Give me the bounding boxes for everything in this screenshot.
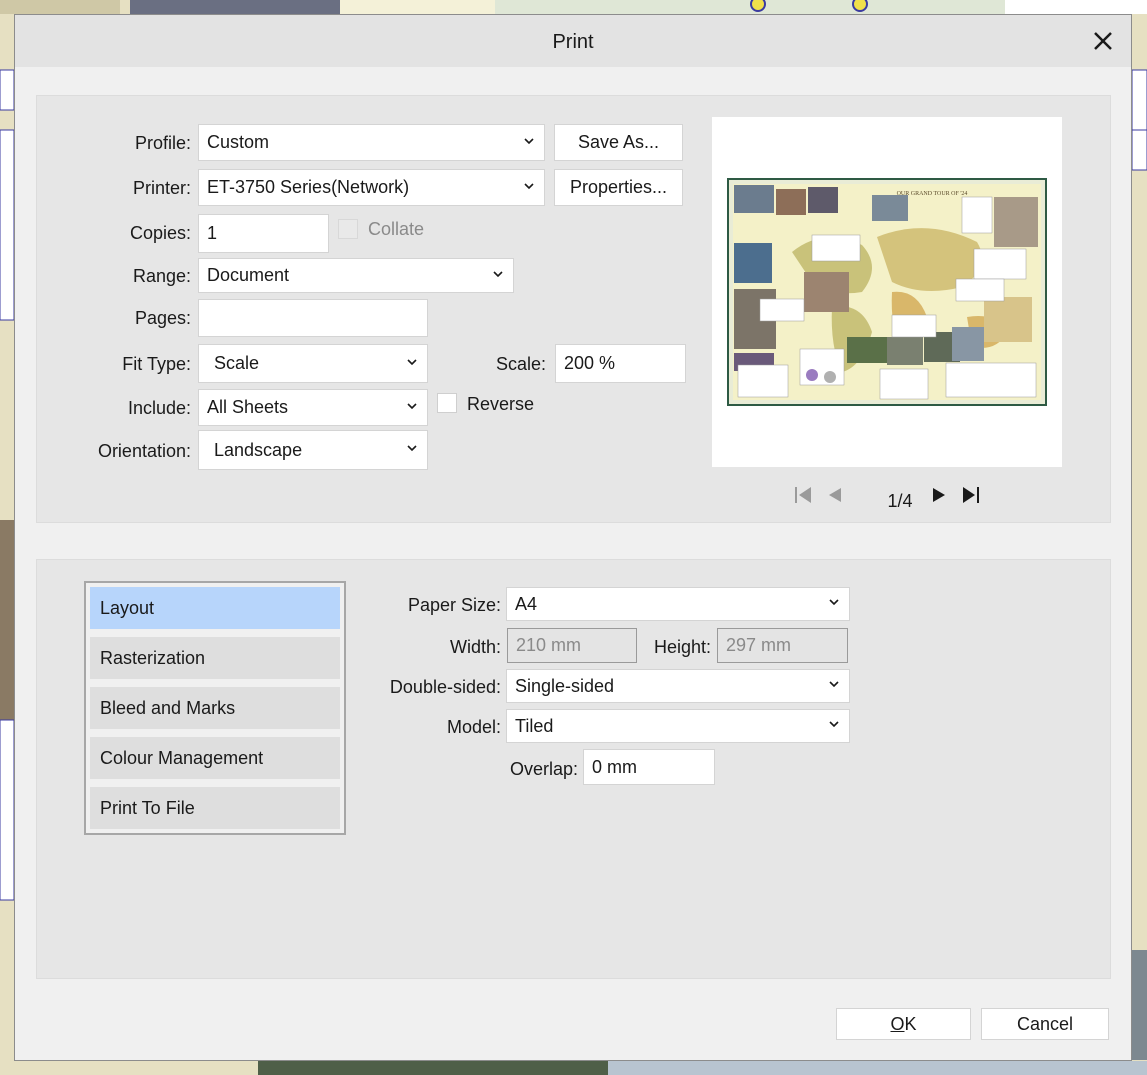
scale-value: 200 % (564, 353, 616, 373)
chevron-down-icon (524, 182, 534, 189)
chevron-down-icon (829, 599, 839, 606)
height-input[interactable]: 297 mm (717, 628, 848, 663)
printer-value: ET-3750 Series(Network) (207, 177, 410, 197)
overlap-input[interactable]: 0 mm (583, 749, 715, 785)
pages-input[interactable] (198, 299, 428, 337)
chevron-down-icon (493, 270, 503, 277)
chevron-down-icon (829, 721, 839, 728)
scale-label: Scale: (495, 354, 546, 374)
model-select[interactable]: Tiled (506, 709, 850, 743)
chevron-down-icon (407, 358, 417, 365)
paper-size-select[interactable]: A4 (506, 587, 850, 621)
range-value: Document (207, 265, 290, 285)
paper-size-value: A4 (515, 593, 538, 614)
orientation-select[interactable]: Landscape (198, 430, 428, 470)
range-label: Range: (132, 266, 191, 286)
page-indicator: 1/4 (887, 491, 913, 511)
include-label: Include: (127, 398, 191, 418)
model-value: Tiled (515, 715, 554, 736)
next-page-icon[interactable] (929, 485, 949, 505)
tab-rasterization[interactable]: Rasterization (90, 637, 340, 679)
ok-button[interactable]: OK (836, 1008, 971, 1040)
reverse-checkbox[interactable] (437, 393, 457, 413)
reverse-label: Reverse (467, 394, 535, 414)
chevron-down-icon (829, 681, 839, 688)
title-bar: Print (15, 15, 1131, 67)
model-label: Model: (446, 717, 501, 737)
double-sided-select[interactable]: Single-sided (506, 669, 850, 703)
profile-select[interactable]: Custom (198, 124, 545, 161)
copies-label: Copies: (129, 223, 191, 243)
tab-label: Bleed and Marks (100, 697, 236, 718)
print-dialog: Print Profile: Custom Save As... Printer… (14, 14, 1132, 1061)
tab-print-to-file[interactable]: Print To File (90, 787, 340, 829)
previous-page-icon[interactable] (825, 485, 845, 505)
profile-label: Profile: (134, 133, 191, 153)
chevron-down-icon (524, 137, 534, 144)
collate-checkbox[interactable] (338, 219, 358, 239)
width-label: Width: (449, 637, 501, 657)
ok-label-suffix: K (904, 1013, 917, 1034)
double-sided-value: Single-sided (515, 675, 615, 696)
profile-value: Custom (207, 132, 270, 152)
copies-value: 1 (207, 223, 218, 243)
pages-label: Pages: (134, 308, 191, 328)
chevron-down-icon (407, 445, 417, 452)
save-as-button[interactable]: Save As... (554, 124, 683, 161)
scale-input[interactable]: 200 % (555, 344, 686, 383)
double-sided-label: Double-sided: (389, 677, 501, 697)
close-icon[interactable] (1089, 27, 1117, 55)
tab-label: Colour Management (100, 747, 264, 768)
chevron-down-icon (407, 402, 417, 409)
last-page-icon[interactable] (961, 485, 981, 505)
overlap-value: 0 mm (592, 756, 637, 777)
paper-size-label: Paper Size: (407, 595, 501, 615)
width-input[interactable]: 210 mm (507, 628, 637, 663)
width-value: 210 mm (516, 635, 582, 655)
cancel-button[interactable]: Cancel (981, 1008, 1109, 1040)
tab-label: Rasterization (100, 647, 206, 668)
tab-layout[interactable]: Layout (90, 587, 340, 629)
print-preview: OUR GRAND TOUR OF '24 (712, 117, 1062, 467)
range-select[interactable]: Document (198, 258, 514, 293)
fit-type-select[interactable]: Scale (198, 344, 428, 383)
first-page-icon[interactable] (793, 485, 813, 505)
fit-type-label: Fit Type: (122, 354, 191, 374)
collate-label: Collate (368, 219, 425, 239)
properties-button[interactable]: Properties... (554, 169, 683, 206)
printer-select[interactable]: ET-3750 Series(Network) (198, 169, 545, 206)
preview-page: OUR GRAND TOUR OF '24 (727, 178, 1047, 406)
include-select[interactable]: All Sheets (198, 389, 428, 426)
fit-type-value: Scale (214, 353, 260, 373)
orientation-label: Orientation: (97, 441, 191, 461)
printer-label: Printer: (132, 178, 191, 198)
settings-tab-list: Layout Rasterization Bleed and Marks Col… (84, 581, 346, 835)
tab-bleed-and-marks[interactable]: Bleed and Marks (90, 687, 340, 729)
tab-label: Layout (100, 597, 155, 618)
dialog-title: Print (552, 31, 594, 53)
overlap-label: Overlap: (509, 759, 578, 779)
include-value: All Sheets (207, 397, 289, 417)
copies-input[interactable]: 1 (198, 214, 329, 253)
tab-label: Print To File (100, 797, 195, 818)
ok-label-mnemonic: O (890, 1013, 905, 1034)
tab-colour-management[interactable]: Colour Management (90, 737, 340, 779)
height-value: 297 mm (726, 635, 792, 655)
height-label: Height: (653, 637, 711, 657)
orientation-value: Landscape (214, 439, 303, 460)
